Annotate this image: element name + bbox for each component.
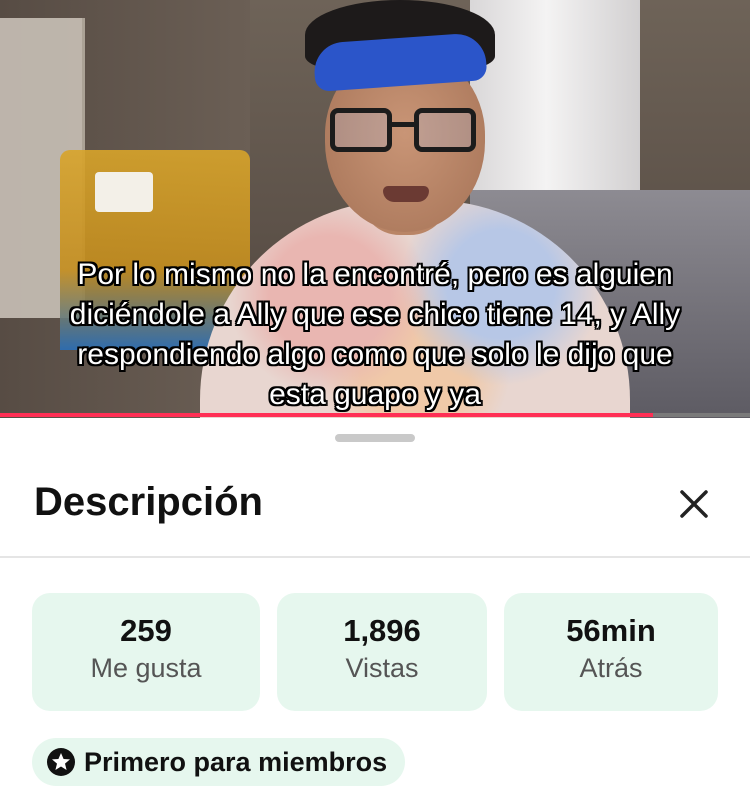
- person-glasses: [330, 108, 480, 158]
- close-icon: [680, 490, 708, 518]
- sheet-title: Descripción: [34, 480, 263, 524]
- sheet-divider: [0, 556, 750, 558]
- background-tag: [95, 172, 153, 212]
- likes-label: Me gusta: [90, 653, 202, 683]
- likes-count: 259: [120, 613, 172, 648]
- time-ago-value: 56min: [566, 613, 656, 648]
- video-progress-bar[interactable]: [0, 413, 750, 417]
- time-ago-label: Atrás: [579, 653, 643, 683]
- members-first-chip[interactable]: Primero para miembros: [32, 738, 406, 786]
- time-ago-stat: 56min Atrás: [504, 593, 718, 711]
- views-stat: 1,896 Vistas: [277, 593, 487, 711]
- glasses-bridge: [390, 122, 416, 127]
- video-player[interactable]: Por lo mismo no la encontré, pero es alg…: [0, 0, 750, 418]
- views-count: 1,896: [343, 613, 421, 648]
- video-progress-fill: [0, 413, 653, 417]
- close-button[interactable]: [674, 484, 714, 524]
- glasses-lens-left: [330, 108, 392, 152]
- star-badge-icon: [47, 748, 75, 776]
- likes-stat: 259 Me gusta: [32, 593, 260, 711]
- video-subtitle: Por lo mismo no la encontré, pero es alg…: [69, 258, 681, 411]
- members-first-label: Primero para miembros: [84, 746, 388, 777]
- stats-row: 259 Me gusta 1,896 Vistas 56min Atrás: [32, 593, 718, 711]
- views-label: Vistas: [345, 653, 419, 683]
- sheet-drag-handle[interactable]: [335, 434, 415, 442]
- description-sheet: Descripción 259 Me gusta 1,896 Vistas 56…: [0, 418, 750, 786]
- glasses-lens-right: [414, 108, 476, 152]
- person-mouth: [383, 186, 429, 202]
